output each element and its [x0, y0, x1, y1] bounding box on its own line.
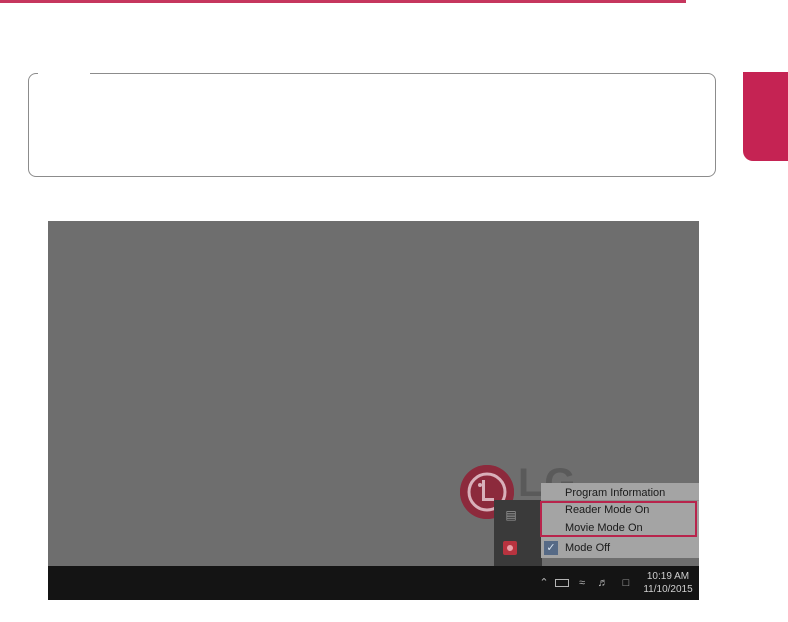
clock-date: 11/10/2015 — [643, 584, 693, 595]
volume-icon[interactable]: ♬ — [595, 576, 611, 590]
note-label-gap — [38, 70, 90, 76]
chapter-side-tab — [743, 72, 788, 161]
battery-icon[interactable] — [555, 579, 569, 587]
clock-time: 10:19 AM — [646, 571, 690, 582]
menu-item-mode-off[interactable]: ✓ Mode Off — [541, 540, 699, 556]
wifi-icon[interactable]: ≈ — [575, 576, 589, 590]
action-center-icon[interactable]: □ — [619, 576, 633, 590]
taskbar: ⌃ ≈ ♬ □ 10:19 AM 11/10/2015 — [48, 566, 699, 600]
tray-overflow-panel — [494, 500, 542, 566]
chevron-up-icon[interactable]: ⌃ — [539, 576, 549, 590]
highlight-box — [540, 501, 697, 537]
top-rule — [0, 0, 686, 3]
check-icon: ✓ — [544, 541, 558, 555]
lg-reader-mode-tray-icon[interactable] — [503, 541, 517, 555]
tray-app-icon[interactable]: ▤ — [504, 509, 518, 521]
screenshot-frame: LG ▤ Program Information Reader Mode On … — [48, 221, 699, 600]
taskbar-clock[interactable]: 10:19 AM 11/10/2015 — [639, 570, 697, 598]
menu-item-program-information[interactable]: Program Information — [541, 485, 699, 501]
note-box — [28, 73, 716, 177]
